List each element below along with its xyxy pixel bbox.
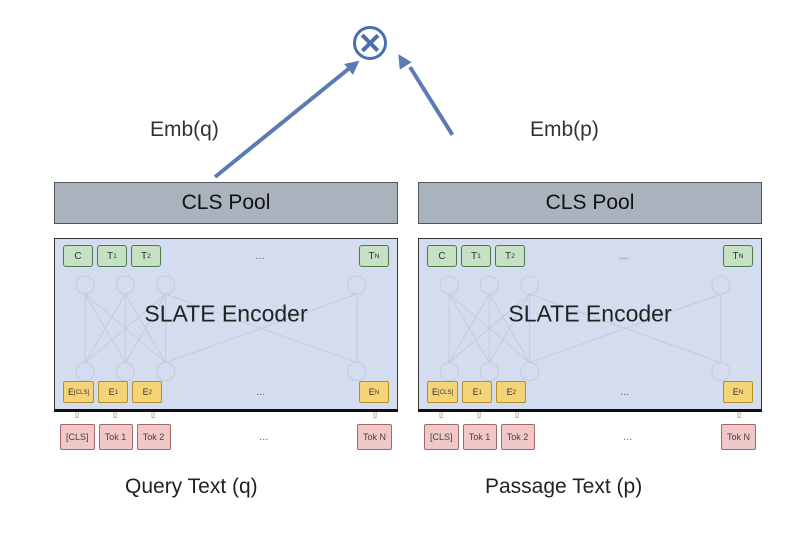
emb-dots: ...: [530, 386, 719, 398]
output-token-t1: T1: [97, 245, 127, 267]
input-dots: ...: [175, 431, 353, 443]
output-token-c: C: [63, 245, 93, 267]
encoder-label: SLATE Encoder: [55, 300, 397, 327]
output-token-t1: T1: [461, 245, 491, 267]
emb-token-e1: E1: [462, 381, 492, 403]
input-token-1: Tok 1: [463, 424, 497, 450]
query-panel: CLS Pool C T1 T2 ... TN SLATE Encoder E[…: [54, 182, 398, 450]
emb-q-label: Emb(q): [150, 118, 219, 142]
input-token-2: Tok 2: [137, 424, 171, 450]
emb-token-cls: E[CLS]: [63, 381, 94, 403]
input-dots: ...: [539, 431, 717, 443]
output-token-t2: T2: [495, 245, 525, 267]
arrow-emb-p: [408, 66, 454, 136]
input-token-2: Tok 2: [501, 424, 535, 450]
cls-pool-box: CLS Pool: [418, 182, 762, 224]
input-token-1: Tok 1: [99, 424, 133, 450]
output-token-t2: T2: [131, 245, 161, 267]
output-token-tn: TN: [723, 245, 753, 267]
output-dots: ...: [529, 250, 719, 262]
passage-panel: CLS Pool C T1 T2 ... TN SLATE Encoder E[…: [418, 182, 762, 450]
emb-token-e2: E2: [496, 381, 526, 403]
input-token-cls: [CLS]: [60, 424, 95, 450]
passage-caption: Passage Text (p): [485, 475, 642, 499]
arrow-emb-q: [214, 65, 353, 178]
emb-p-label: Emb(p): [530, 118, 599, 142]
input-token-n: Tok N: [357, 424, 392, 450]
emb-token-en: EN: [723, 381, 753, 403]
emb-token-cls: E[CLS]: [427, 381, 458, 403]
input-token-n: Tok N: [721, 424, 756, 450]
input-token-row: [CLS] Tok 1 Tok 2 ... Tok N: [418, 424, 762, 450]
network-lines-icon: [65, 273, 387, 384]
output-dots: ...: [165, 250, 355, 262]
emb-dots: ...: [166, 386, 355, 398]
dot-product-node: [353, 26, 387, 60]
cls-pool-box: CLS Pool: [54, 182, 398, 224]
emb-token-en: EN: [359, 381, 389, 403]
encoder-label: SLATE Encoder: [419, 300, 761, 327]
emb-token-e1: E1: [98, 381, 128, 403]
input-token-cls: [CLS]: [424, 424, 459, 450]
slate-encoder-box: C T1 T2 ... TN SLATE Encoder E[CLS] E1 E…: [418, 238, 762, 412]
output-token-row: C T1 T2 ... TN: [63, 245, 389, 267]
emb-token-e2: E2: [132, 381, 162, 403]
emb-token-row: E[CLS] E1 E2 ... EN: [427, 381, 753, 403]
emb-token-row: E[CLS] E1 E2 ... EN: [63, 381, 389, 403]
network-lines-icon: [429, 273, 751, 384]
input-token-row: [CLS] Tok 1 Tok 2 ... Tok N: [54, 424, 398, 450]
output-token-row: C T1 T2 ... TN: [427, 245, 753, 267]
query-caption: Query Text (q): [125, 475, 258, 499]
output-token-tn: TN: [359, 245, 389, 267]
output-token-c: C: [427, 245, 457, 267]
slate-encoder-box: C T1 T2 ... TN SLATE Encoder E[CLS] E1 E…: [54, 238, 398, 412]
